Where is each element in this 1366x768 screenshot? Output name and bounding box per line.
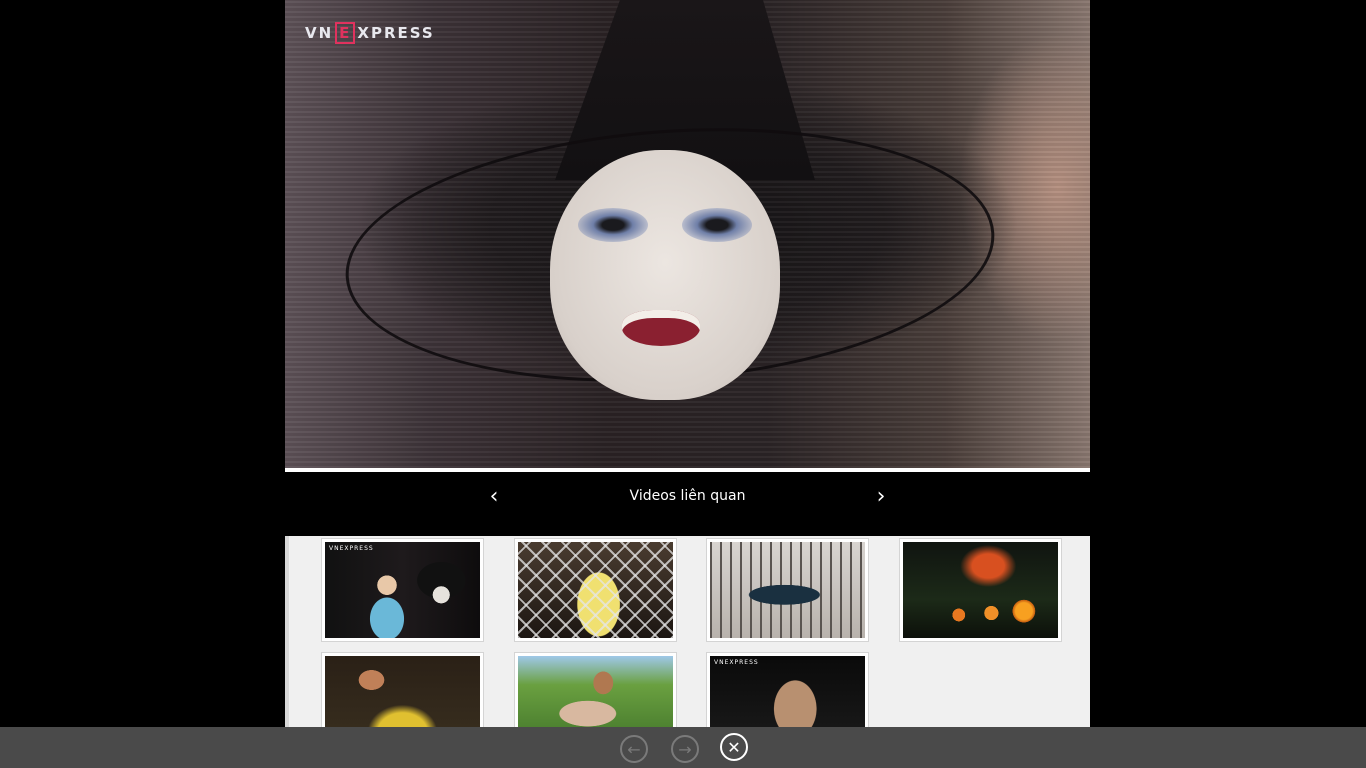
close-icon: ✕ xyxy=(727,737,741,757)
thumbnail-image xyxy=(710,542,865,638)
thumbnail-image: VNEXPRESS xyxy=(325,542,480,638)
arrow-right-icon: → xyxy=(678,739,692,759)
app-bar: ← → ✕ xyxy=(0,727,1366,768)
video-player[interactable]: VN E XPRESS xyxy=(285,0,1090,468)
related-video-thumbnail[interactable] xyxy=(899,538,1062,642)
logo-mark: E xyxy=(335,22,356,44)
thumbnail-image xyxy=(903,542,1058,638)
related-videos-title: Videos liên quan xyxy=(629,488,746,504)
close-button[interactable]: ✕ xyxy=(720,733,748,761)
logo-suffix: XPRESS xyxy=(357,24,435,42)
related-videos-header: ‹ Videos liên quan › xyxy=(285,472,1090,536)
related-video-thumbnail[interactable] xyxy=(514,652,677,728)
video-frame-eye-left xyxy=(578,208,648,242)
related-video-thumbnail[interactable] xyxy=(706,538,869,642)
related-videos-grid: VNEXPRESS VNEXPRESS xyxy=(285,536,1090,728)
thumbnail-image: VNEXPRESS xyxy=(710,656,865,728)
thumbnail-logo: VNEXPRESS xyxy=(329,545,374,552)
related-next-button[interactable]: › xyxy=(869,484,893,510)
thumbnail-image xyxy=(325,656,480,728)
video-frame-mouth xyxy=(622,310,700,346)
forward-button[interactable]: → xyxy=(671,735,699,763)
related-video-thumbnail[interactable]: VNEXPRESS xyxy=(706,652,869,728)
related-video-thumbnail[interactable] xyxy=(514,538,677,642)
vnexpress-logo: VN E XPRESS xyxy=(305,22,435,44)
thumbnail-image xyxy=(518,656,673,728)
related-video-thumbnail[interactable]: VNEXPRESS xyxy=(321,538,484,642)
back-button[interactable]: ← xyxy=(620,735,648,763)
related-video-thumbnail[interactable] xyxy=(321,652,484,728)
video-frame-eye-right xyxy=(682,208,752,242)
logo-prefix: VN xyxy=(305,24,334,42)
arrow-left-icon: ← xyxy=(627,739,641,759)
thumbnail-image xyxy=(518,542,673,638)
video-frame-face xyxy=(550,150,780,400)
thumbnail-logo: VNEXPRESS xyxy=(714,659,759,666)
